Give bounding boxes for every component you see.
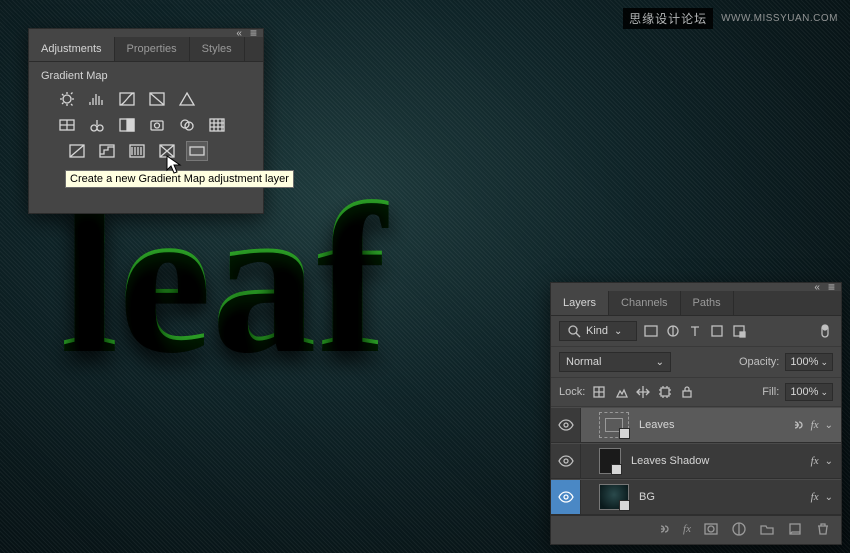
add-style-icon[interactable]: fx — [683, 523, 691, 535]
tooltip: Create a new Gradient Map adjustment lay… — [65, 170, 294, 188]
invert-icon[interactable] — [67, 142, 87, 160]
panel-drag-handle[interactable] — [29, 29, 263, 37]
tab-styles[interactable]: Styles — [190, 37, 245, 61]
fill-input[interactable]: 100% — [785, 383, 833, 401]
add-mask-icon[interactable] — [703, 521, 719, 537]
filter-pixel-icon[interactable] — [643, 323, 659, 339]
panel-drag-handle[interactable] — [551, 283, 841, 291]
layers-footer: fx — [551, 515, 841, 541]
layer-row[interactable]: Leaves Shadow fx — [551, 443, 841, 479]
panel-menu-icon[interactable] — [828, 280, 835, 294]
adjustments-tabs: Adjustments Properties Styles — [29, 37, 263, 62]
curves-icon[interactable] — [117, 90, 137, 108]
blend-mode-select[interactable]: Normal — [559, 352, 671, 372]
brightness-contrast-icon[interactable] — [57, 90, 77, 108]
layers-panel: Layers Channels Paths Kind Normal Opacit… — [550, 282, 842, 545]
filter-adjustment-icon[interactable] — [665, 323, 681, 339]
black-white-icon[interactable] — [117, 116, 137, 134]
lock-transparent-icon[interactable] — [591, 384, 607, 400]
tab-properties[interactable]: Properties — [115, 37, 190, 61]
fill-value: 100% — [790, 386, 818, 398]
lock-label: Lock: — [559, 386, 585, 398]
watermark-badge: 思缘设计论坛 — [623, 8, 713, 29]
layer-name[interactable]: Leaves — [635, 419, 789, 431]
fill-label: Fill: — [762, 386, 779, 398]
collapse-icon[interactable] — [814, 281, 820, 293]
fx-label[interactable]: fx — [811, 419, 819, 431]
opacity-label: Opacity: — [739, 356, 779, 368]
lock-artboard-icon[interactable] — [657, 384, 673, 400]
layer-row[interactable]: BG fx — [551, 479, 841, 515]
gradient-map-icon[interactable] — [187, 142, 207, 160]
filter-type-icon[interactable] — [687, 323, 703, 339]
layer-thumbnail[interactable] — [599, 484, 629, 510]
layer-name[interactable]: Leaves Shadow — [627, 455, 811, 467]
exposure-icon[interactable] — [147, 90, 167, 108]
link-layers-icon[interactable] — [655, 521, 671, 537]
tab-paths[interactable]: Paths — [681, 291, 734, 315]
fx-label[interactable]: fx — [811, 491, 819, 503]
watermark-url: WWW.MISSYUAN.COM — [721, 13, 838, 24]
vibrance-icon[interactable] — [177, 90, 197, 108]
opacity-value: 100% — [790, 356, 818, 368]
expand-fx-icon[interactable] — [825, 491, 833, 503]
threshold-icon[interactable] — [127, 142, 147, 160]
blend-mode-label: Normal — [566, 356, 601, 368]
layer-thumbnail[interactable] — [599, 448, 621, 474]
layer-name[interactable]: BG — [635, 491, 811, 503]
layer-thumbnail[interactable] — [599, 412, 629, 438]
layers-tabs: Layers Channels Paths — [551, 291, 841, 316]
filter-toggle-icon[interactable] — [817, 323, 833, 339]
layer-filter-select[interactable]: Kind — [559, 321, 637, 341]
new-group-icon[interactable] — [759, 521, 775, 537]
photo-filter-icon[interactable] — [147, 116, 167, 134]
expand-fx-icon[interactable] — [825, 455, 833, 467]
watermark: 思缘设计论坛 WWW.MISSYUAN.COM — [623, 8, 838, 29]
opacity-input[interactable]: 100% — [785, 353, 833, 371]
lock-position-icon[interactable] — [635, 384, 651, 400]
layer-list: Leaves fx Leaves Shadow fx BG fx — [551, 407, 841, 515]
lock-all-icon[interactable] — [679, 384, 695, 400]
color-lookup-icon[interactable] — [207, 116, 227, 134]
lock-image-icon[interactable] — [613, 384, 629, 400]
filter-shape-icon[interactable] — [709, 323, 725, 339]
tab-adjustments[interactable]: Adjustments — [29, 37, 115, 61]
adjustments-label: Gradient Map — [41, 70, 251, 82]
panel-menu-icon[interactable] — [250, 26, 257, 40]
selective-color-icon[interactable] — [157, 142, 177, 160]
link-icon — [789, 417, 805, 433]
fx-label[interactable]: fx — [811, 455, 819, 467]
search-icon — [566, 323, 582, 339]
tab-channels[interactable]: Channels — [609, 291, 680, 315]
levels-icon[interactable] — [87, 90, 107, 108]
color-balance-icon[interactable] — [87, 116, 107, 134]
delete-layer-icon[interactable] — [815, 521, 831, 537]
tab-layers[interactable]: Layers — [551, 291, 609, 315]
hue-saturation-icon[interactable] — [57, 116, 77, 134]
new-layer-icon[interactable] — [787, 521, 803, 537]
visibility-toggle[interactable] — [551, 444, 581, 478]
visibility-toggle[interactable] — [551, 408, 581, 442]
posterize-icon[interactable] — [97, 142, 117, 160]
layer-row[interactable]: Leaves fx — [551, 407, 841, 443]
filter-smart-icon[interactable] — [731, 323, 747, 339]
layer-filter-label: Kind — [586, 325, 608, 337]
channel-mixer-icon[interactable] — [177, 116, 197, 134]
expand-fx-icon[interactable] — [825, 419, 833, 431]
visibility-toggle[interactable] — [551, 480, 581, 514]
new-adjustment-icon[interactable] — [731, 521, 747, 537]
